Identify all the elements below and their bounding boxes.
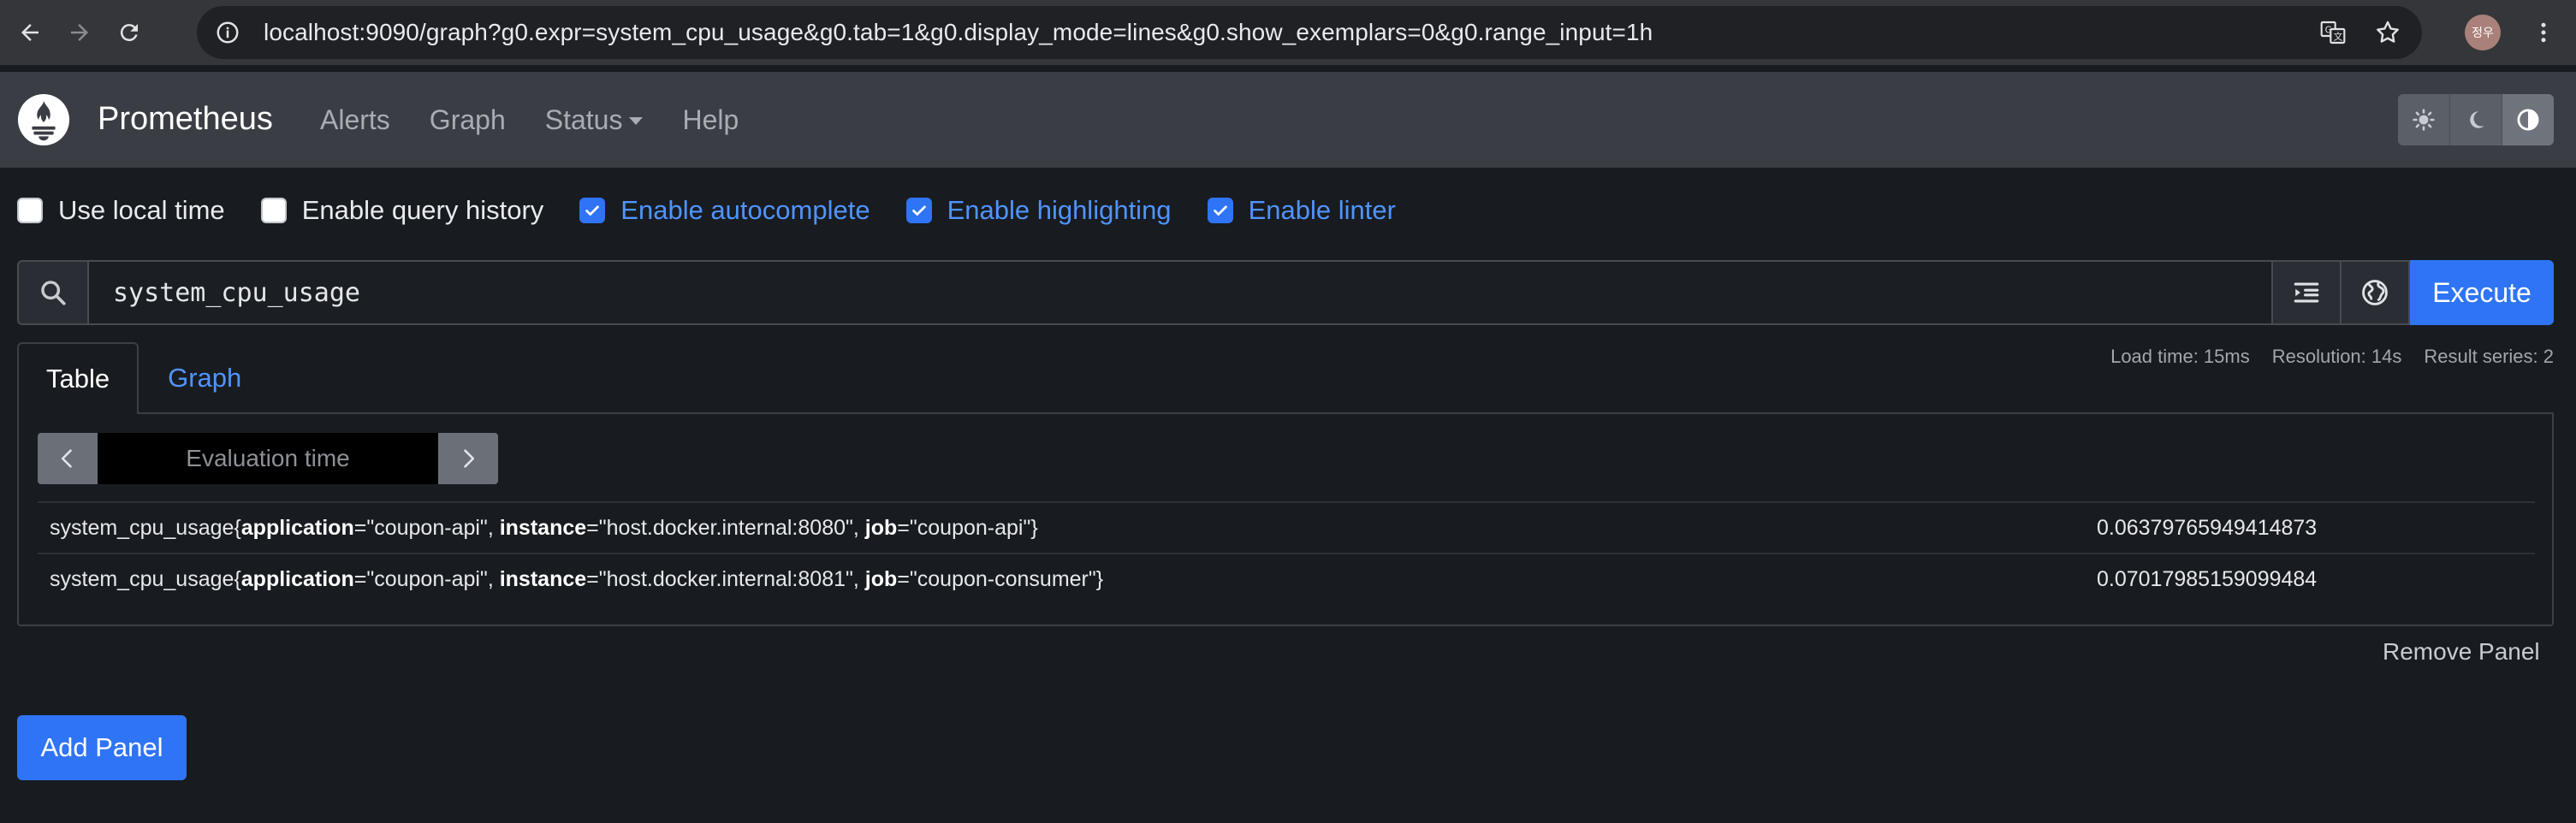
evaluation-time-control: Evaluation time	[38, 433, 498, 484]
brand-title[interactable]: Prometheus	[98, 101, 273, 138]
series-labels: system_cpu_usage{application="coupon-api…	[50, 566, 1104, 591]
remove-panel-link[interactable]: Remove Panel	[2383, 638, 2540, 666]
contrast-icon	[2517, 109, 2539, 131]
option-label: Enable query history	[301, 195, 544, 225]
sun-icon	[2413, 109, 2435, 131]
check-icon	[911, 205, 926, 216]
table-row: system_cpu_usage{application="coupon-api…	[38, 553, 2535, 604]
series-value: 0.07017985159099484	[2097, 566, 2318, 591]
arrow-left-icon	[21, 24, 39, 41]
checkbox-enable-highlighting[interactable]	[905, 198, 932, 223]
checkbox-enable-autocomplete[interactable]	[579, 198, 606, 223]
result-series: Result series: 2	[2424, 346, 2554, 367]
resolution: Resolution: 14s	[2271, 346, 2402, 367]
execute-button[interactable]: Execute	[2410, 260, 2554, 325]
label-value: "coupon-consumer"	[909, 566, 1096, 591]
moon-icon	[2470, 111, 2484, 128]
metrics-explorer-button[interactable]	[2342, 260, 2410, 325]
nav-help[interactable]: Help	[682, 104, 739, 136]
tab-table[interactable]: Table	[17, 342, 139, 414]
globe-icon	[2362, 280, 2388, 305]
label-key: job	[864, 566, 898, 591]
option-enable-highlighting[interactable]: Enable highlighting	[905, 195, 1172, 226]
svg-text:文: 文	[2334, 32, 2343, 43]
indent-icon	[2294, 282, 2319, 303]
address-bar[interactable]: localhost:9090/graph?g0.expr=system_cpu_…	[197, 6, 2422, 59]
nav-graph[interactable]: Graph	[430, 104, 506, 136]
nav-status[interactable]: Status	[545, 104, 644, 136]
label-key: application	[240, 566, 354, 591]
translate-icon[interactable]: G文	[2314, 14, 2352, 51]
browser-menu-icon[interactable]	[2525, 12, 2562, 53]
option-label: Enable linter	[1248, 195, 1396, 225]
prometheus-logo-icon[interactable]	[17, 93, 70, 146]
label-value: "host.docker.internal:8080"	[598, 515, 853, 540]
load-time: Load time: 15ms	[2110, 346, 2250, 367]
option-enable-autocomplete[interactable]: Enable autocomplete	[579, 195, 870, 226]
metric-name: system_cpu_usage	[50, 515, 234, 540]
nav-status-label: Status	[544, 104, 623, 135]
light-theme-button[interactable]	[2398, 94, 2450, 145]
profile-avatar[interactable]: 정우	[2465, 15, 2501, 50]
query-stats: Load time: 15ms Resolution: 14s Result s…	[2110, 346, 2554, 368]
check-icon	[1213, 205, 1227, 216]
checkbox-enable-query-history[interactable]	[260, 198, 287, 223]
url-text[interactable]: localhost:9090/graph?g0.expr=system_cpu_…	[264, 19, 1653, 46]
arrow-right-icon	[71, 24, 88, 41]
eval-prev-button[interactable]	[38, 433, 98, 484]
label-value: "coupon-api"	[366, 515, 488, 540]
dark-theme-button[interactable]	[2450, 94, 2502, 145]
query-bar: system_cpu_usage Execute	[17, 260, 2554, 325]
label-key: instance	[499, 515, 587, 540]
check-icon	[585, 205, 600, 216]
panel-tabs: Table Graph	[17, 342, 270, 414]
evaluation-time-input[interactable]: Evaluation time	[98, 433, 438, 484]
format-expression-button[interactable]	[2273, 260, 2342, 325]
label-value: "host.docker.internal:8081"	[598, 566, 853, 591]
chevron-left-icon	[61, 449, 72, 468]
checkbox-enable-linter[interactable]	[1207, 198, 1233, 223]
reload-icon	[120, 24, 138, 42]
option-enable-query-history[interactable]: Enable query history	[260, 195, 544, 226]
label-value: "coupon-api"	[366, 566, 488, 591]
option-use-local-time[interactable]: Use local time	[17, 195, 225, 226]
table-row: system_cpu_usage{application="coupon-api…	[38, 501, 2535, 553]
nav-alerts[interactable]: Alerts	[320, 104, 390, 136]
label-key: application	[240, 515, 354, 540]
option-label: Enable autocomplete	[620, 195, 870, 225]
tab-graph[interactable]: Graph	[139, 342, 270, 414]
label-key: instance	[499, 566, 587, 591]
option-label: Enable highlighting	[947, 195, 1172, 225]
option-label: Use local time	[58, 195, 225, 225]
eval-next-button[interactable]	[438, 433, 498, 484]
metric-name: system_cpu_usage	[50, 566, 234, 591]
series-value: 0.06379765949414873	[2097, 515, 2318, 540]
back-button[interactable]	[10, 13, 50, 52]
app-navbar: Prometheus Alerts Graph Status Help	[0, 72, 2576, 168]
theme-toggle	[2398, 94, 2554, 145]
label-key: job	[864, 515, 898, 540]
site-info-icon[interactable]	[209, 14, 246, 51]
bookmark-star-icon[interactable]	[2369, 14, 2407, 51]
add-panel-button[interactable]: Add Panel	[17, 715, 187, 780]
query-options: Use local time Enable query history Enab…	[17, 195, 1432, 226]
browser-toolbar: localhost:9090/graph?g0.expr=system_cpu_…	[0, 0, 2576, 65]
chevron-right-icon	[464, 449, 475, 468]
auto-theme-button[interactable]	[2502, 94, 2554, 145]
checkbox-use-local-time[interactable]	[17, 198, 43, 223]
series-labels: system_cpu_usage{application="coupon-api…	[50, 515, 1038, 540]
label-value: "coupon-api"	[909, 515, 1031, 540]
reload-button[interactable]	[110, 13, 149, 52]
search-icon	[17, 260, 87, 325]
option-enable-linter[interactable]: Enable linter	[1207, 195, 1396, 226]
nav-links: Alerts Graph Status Help	[320, 104, 778, 136]
caret-down-icon	[629, 117, 644, 125]
expression-input[interactable]: system_cpu_usage	[87, 260, 2273, 325]
forward-button[interactable]	[60, 13, 99, 52]
